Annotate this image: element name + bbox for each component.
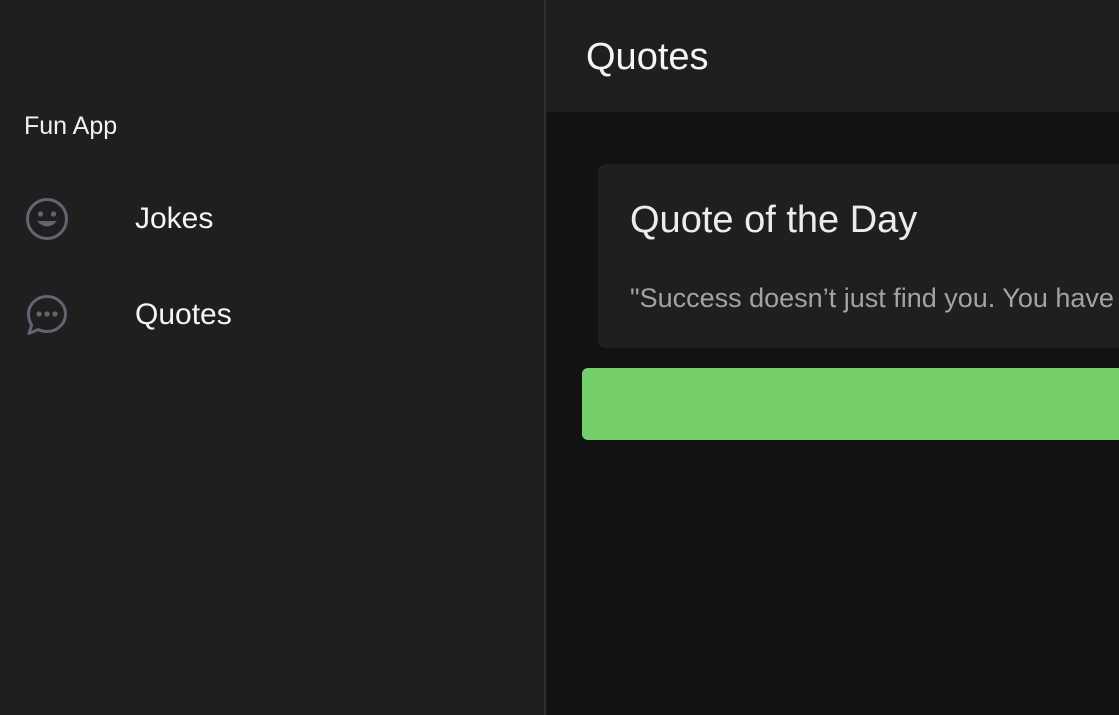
new-quote-button[interactable] (582, 368, 1119, 440)
sidebar-item-label: Jokes (135, 202, 214, 235)
app-window: Fun App Jokes Quotes Quotes Quote of the… (0, 0, 1119, 715)
quote-text: "Success doesn’t just find you. You have (630, 283, 1114, 313)
card-title: Quote of the Day (630, 199, 918, 241)
quote-card: Quote of the Day "Success doesn’t just f… (598, 164, 1119, 348)
app-title: Fun App (24, 112, 118, 140)
sidebar-item-jokes[interactable]: Jokes (0, 180, 544, 256)
smiley-face-icon (24, 196, 70, 242)
sidebar: Fun App Jokes Quotes (0, 0, 546, 715)
page-title: Quotes (586, 36, 709, 78)
sidebar-item-quotes[interactable]: Quotes (0, 276, 544, 352)
top-app-bar: Quotes (546, 0, 1119, 112)
main-content: Quotes Quote of the Day "Success doesn’t… (546, 0, 1119, 715)
chat-bubble-icon (24, 292, 70, 338)
sidebar-item-label: Quotes (135, 298, 232, 331)
